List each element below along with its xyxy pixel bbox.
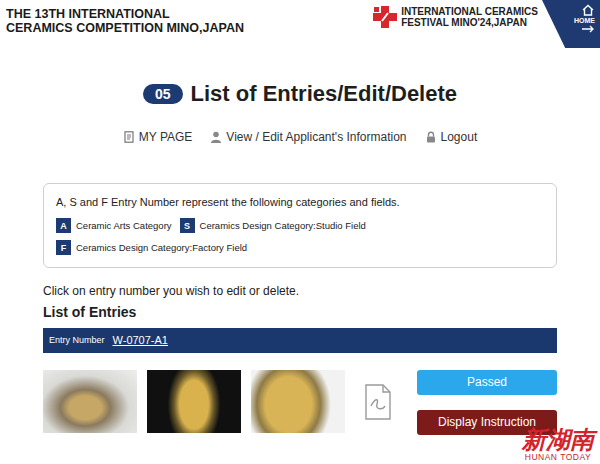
legend-item: A Ceramic Arts Category [56,218,172,233]
entry-actions: Passed Display Instruction [417,370,557,435]
category-legend: A, S and F Entry Number represent the fo… [43,183,557,268]
category-label: Ceramic Arts Category [76,219,172,233]
watermark-subtext: HUNAN TODAY [522,453,594,462]
page-icon [123,131,135,143]
account-link[interactable]: MY PAGE [123,129,193,145]
competition-title-line: CERAMICS COMPETITION MINO,JAPAN [6,21,244,35]
account-link[interactable]: View / Edit Applicant's Information [210,129,406,145]
step-number-badge: 05 [143,84,183,104]
legend-item: S Ceramics Design Category:Studio Field [180,218,366,233]
legend-item: F Ceramics Design Category:Factory Field [56,240,247,255]
pdf-file-icon [363,384,393,420]
lock-icon [425,131,437,143]
entry-header-bar: Entry Number W-0707-A1 [43,328,557,353]
entry-row: Passed Display Instruction [43,370,557,435]
competition-title-line: THE 13TH INTERNATIONAL [6,7,244,21]
arrow-icon [581,25,595,33]
account-link-label[interactable]: Logout [441,129,478,145]
watermark-text: 新湖南 [522,427,594,452]
list-title: List of Entries [43,304,557,320]
user-icon [210,131,222,143]
legend-list: A Ceramic Arts Category S Ceramics Design C… [56,218,544,255]
competition-title: THE 13TH INTERNATIONALCERAMICS COMPETITI… [0,0,244,36]
account-links: MY PAGE View / Edit Applicant's Informati… [43,129,557,145]
category-code: F [56,240,71,255]
page-title-row: 05 List of Entries/Edit/Delete [43,80,557,108]
page-title: List of Entries/Edit/Delete [191,80,458,108]
festival-mark-icon [373,6,397,28]
entry-number-link[interactable]: W-0707-A1 [113,332,168,349]
festival-logo[interactable]: INTERNATIONAL CERAMICSFESTIVAL MINO'24,J… [373,0,538,28]
festival-title: INTERNATIONAL CERAMICSFESTIVAL MINO'24,J… [401,6,538,28]
instruction-text: Click on entry number you wish to edit o… [43,284,557,299]
entry-photo[interactable] [147,370,241,433]
watermark: 新湖南HUNAN TODAY [522,427,594,462]
category-label: Ceramics Design Category:Factory Field [76,241,247,255]
account-link-label[interactable]: View / Edit Applicant's Information [226,129,406,145]
status-button[interactable]: Passed [417,370,557,395]
category-label: Ceramics Design Category:Studio Field [200,219,366,233]
account-link[interactable]: Logout [425,129,478,145]
account-link-label[interactable]: MY PAGE [139,129,193,145]
festival-title-line: INTERNATIONAL CERAMICS [401,6,538,17]
legend-intro: A, S and F Entry Number represent the fo… [56,195,544,209]
home-label[interactable]: HOME [574,17,595,24]
category-code: S [180,218,195,233]
entry-photo[interactable] [251,370,345,433]
home-button[interactable]: HOME [542,0,600,48]
page-header: THE 13TH INTERNATIONALCERAMICS COMPETITI… [0,0,600,48]
house-icon [581,4,595,16]
main-content: 05 List of Entries/Edit/Delete MY PAGE View… [0,80,600,435]
display-instruction-button[interactable]: Display Instruction [417,410,557,435]
category-code: A [56,218,71,233]
festival-title-line: FESTIVAL MINO'24,JAPAN [401,17,538,28]
entry-photo[interactable] [43,370,137,433]
entry-number-label: Entry Number [49,334,105,348]
pdf-attachment[interactable] [363,384,397,424]
